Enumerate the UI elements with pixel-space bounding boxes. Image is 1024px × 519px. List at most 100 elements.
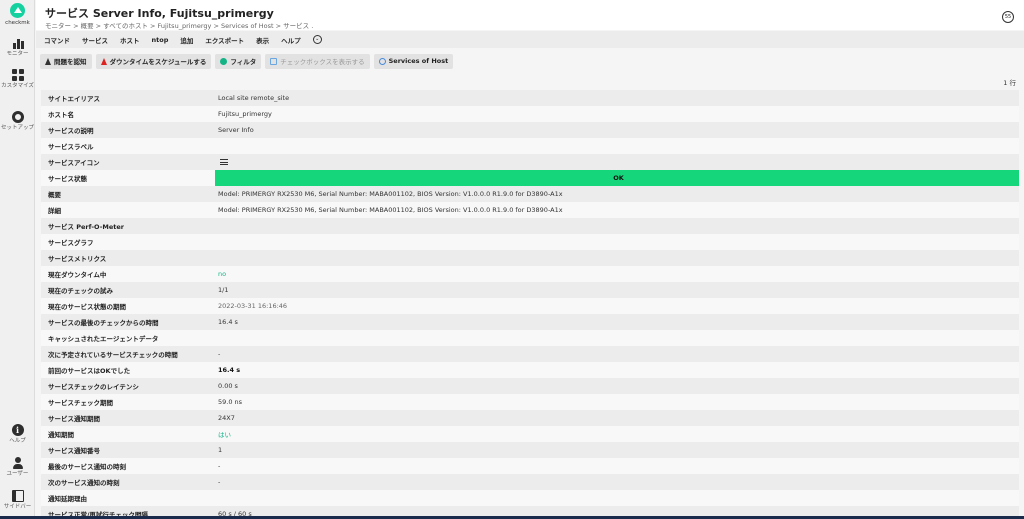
schedule-downtime-label: ダウンタイムをスケジュールする	[109, 58, 207, 66]
show-checkboxes-label: チェックボックスを表示する	[280, 58, 365, 66]
table-row: キャッシュされたエージェントデータ	[41, 330, 1019, 346]
menu-icon[interactable]	[220, 159, 228, 165]
row-value	[215, 234, 1019, 250]
acknowledge-label: 問題を認知	[54, 58, 87, 66]
menu-service[interactable]: サービス	[82, 35, 108, 45]
row-key: サービスアイコン	[48, 159, 100, 167]
table-row: 前回のサービスはOKでした 16.4 s	[41, 362, 1019, 378]
table-row: 現在のサービス状態の期間 2022-03-31 16:16:46	[41, 298, 1019, 314]
row-key: サービスラベル	[48, 143, 94, 151]
refresh-countdown-icon[interactable]: 55	[1002, 11, 1014, 23]
row-value	[215, 490, 1019, 506]
filter-icon	[220, 57, 228, 65]
row-key: キャッシュされたエージェントデータ	[48, 335, 159, 343]
row-value-text: 16.4 s	[218, 366, 241, 374]
table-row: サービス通知番号 1	[41, 442, 1019, 458]
checkmk-logo[interactable]: checkmk	[3, 3, 32, 26]
info-icon: i	[11, 424, 24, 436]
table-row: 次のサービス通知の時刻 -	[41, 474, 1019, 490]
row-value: Model: PRIMERGY RX2530 M6, Serial Number…	[215, 186, 1019, 202]
menu-help[interactable]: ヘルプ	[281, 35, 301, 45]
grid-icon	[11, 69, 24, 81]
row-key: サービス状態	[48, 175, 87, 183]
row-value-text: 59.0 ns	[218, 398, 243, 406]
table-row: 概要 Model: PRIMERGY RX2530 M6, Serial Numb…	[41, 186, 1019, 202]
row-count: 1 行	[1003, 79, 1016, 87]
sidebar-item-label: サイドバー	[3, 504, 32, 510]
row-value: -	[215, 458, 1019, 474]
row-key: 通知延期理由	[48, 495, 87, 503]
row-key: サービスの最後のチェックからの時間	[48, 319, 159, 327]
table-row: ホスト名 Fujitsu_primergy	[41, 106, 1019, 122]
sidebar-item-monitor[interactable]: モニター	[0, 37, 35, 58]
row-value-text: Fujitsu_primergy	[218, 110, 272, 118]
table-row: 最後のサービス通知の時刻 -	[41, 458, 1019, 474]
row-value-text: Model: PRIMERGY RX2530 M6, Serial Number…	[218, 206, 563, 214]
table-row: サービスラベル	[41, 138, 1019, 154]
row-key: サービスグラフ	[48, 239, 94, 247]
row-value-text: no	[218, 270, 227, 278]
table-row: サービス Perf-O-Meter	[41, 218, 1019, 234]
menu-add[interactable]: 追加	[180, 35, 193, 45]
row-key: 現在ダウンタイム中	[48, 271, 107, 279]
row-value-text: 24X7	[218, 414, 235, 422]
row-value: Model: PRIMERGY RX2530 M6, Serial Number…	[215, 202, 1019, 218]
row-value: -	[215, 474, 1019, 490]
row-value	[215, 138, 1019, 154]
row-value-text: 0.00 s	[218, 382, 238, 390]
row-value: no	[215, 266, 1019, 282]
table-row: サービスチェック期間 59.0 ns	[41, 394, 1019, 410]
services-icon	[378, 57, 386, 65]
row-value: 2022-03-31 16:16:46	[215, 298, 1019, 314]
chevron-down-icon[interactable]: ⌄	[312, 35, 322, 44]
filter-button[interactable]: フィルタ	[215, 53, 262, 69]
services-of-host-label: Services of Host	[388, 57, 449, 65]
row-value-text: -	[218, 478, 221, 486]
row-value-text: Server Info	[218, 126, 254, 134]
table-row: サービスグラフ	[41, 234, 1019, 250]
menu-bar: コマンド サービス ホスト ntop 追加 エクスポート 表示 ヘルプ ⌄	[36, 31, 1024, 48]
table-row: 現在ダウンタイム中 no	[41, 266, 1019, 282]
menu-host[interactable]: ホスト	[120, 35, 140, 45]
row-value: 1/1	[215, 282, 1019, 298]
row-key: ホスト名	[48, 111, 74, 119]
row-key: 詳細	[48, 207, 61, 215]
show-checkboxes-button[interactable]: チェックボックスを表示する	[265, 53, 370, 69]
table-row: サービス通知期間 24X7	[41, 410, 1019, 426]
filter-label: フィルタ	[230, 58, 257, 66]
row-value-text: -	[218, 350, 221, 358]
sidebar-item-sidebar[interactable]: サイドバー	[0, 490, 35, 511]
menu-ntop[interactable]: ntop	[152, 36, 169, 44]
menu-commands[interactable]: コマンド	[44, 35, 70, 45]
row-value: 24X7	[215, 410, 1019, 426]
services-of-host-button[interactable]: Services of Host	[373, 53, 454, 69]
menu-display[interactable]: 表示	[256, 35, 269, 45]
row-value-text: 1	[218, 446, 223, 454]
sidebar: checkmk モニター カスタマイズ セットアップ i ヘルプ ユーザー サイ…	[0, 0, 35, 519]
page-title: サービス Server Info, Fujitsu_primergy	[45, 7, 274, 20]
row-value	[215, 218, 1019, 234]
sidebar-item-label: ユーザー	[6, 471, 29, 477]
row-value: 16.4 s	[215, 314, 1019, 330]
sidebar-item-help[interactable]: i ヘルプ	[0, 424, 35, 445]
gear-icon	[11, 111, 24, 123]
sidebar-item-customize[interactable]: カスタマイズ	[0, 69, 35, 90]
row-value-text: Local site remote_site	[218, 94, 290, 102]
menu-export[interactable]: エクスポート	[205, 35, 244, 45]
row-value	[215, 154, 1019, 170]
row-value: 59.0 ns	[215, 394, 1019, 410]
row-key: サービス Perf-O-Meter	[48, 223, 124, 231]
row-key: 現在のチェックの試み	[48, 287, 113, 295]
row-value: 0.00 s	[215, 378, 1019, 394]
sidebar-icon	[11, 490, 24, 502]
row-key: 次に予定されているサービスチェックの時間	[48, 351, 178, 359]
breadcrumb[interactable]: モニター > 概要 > すべてのホスト > Fujitsu_primergy >…	[45, 20, 313, 30]
row-key: 現在のサービス状態の期間	[48, 303, 126, 311]
row-value	[215, 250, 1019, 266]
schedule-downtime-button[interactable]: ダウンタイムをスケジュールする	[95, 53, 212, 69]
sidebar-item-user[interactable]: ユーザー	[0, 457, 35, 478]
acknowledge-button[interactable]: 問題を認知	[40, 53, 92, 69]
sidebar-item-setup[interactable]: セットアップ	[0, 111, 35, 132]
row-key: サービス通知期間	[48, 415, 100, 423]
table-row: 詳細 Model: PRIMERGY RX2530 M6, Serial Numb…	[41, 202, 1019, 218]
